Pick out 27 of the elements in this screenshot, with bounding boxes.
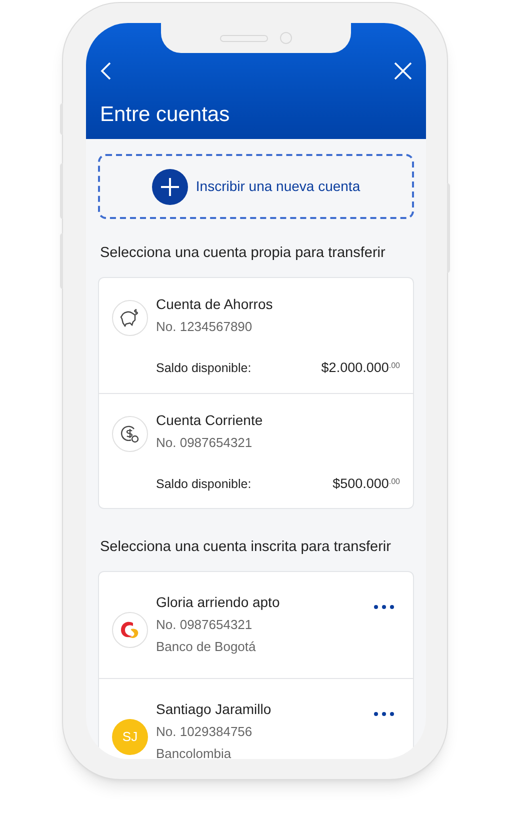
- initials-avatar: SJ: [112, 718, 148, 754]
- add-account-button[interactable]: Inscribir una nueva cuenta: [98, 154, 414, 219]
- piggy-bank-icon: [120, 308, 140, 327]
- bank-name: Banco de Bogotá: [156, 638, 257, 654]
- balance-amount: $2.000.000$^{.00}$: [321, 358, 400, 377]
- close-button[interactable]: [394, 62, 412, 80]
- back-button[interactable]: [100, 61, 112, 81]
- balance-label: Saldo disponible:: [156, 476, 252, 493]
- coin-icon: [120, 424, 140, 444]
- balance-label: Saldo disponible:: [156, 360, 252, 377]
- section-heading: Selecciona una cuenta propia para transferir: [100, 244, 386, 263]
- account-number: No. 1234567890: [156, 318, 254, 335]
- section-heading: Selecciona una cuenta inscrita para transferir: [100, 538, 392, 557]
- camera-lens: [280, 32, 292, 44]
- account-name: Cuenta Corriente: [156, 412, 263, 429]
- account-name: Cuenta de Ahorros: [156, 296, 273, 313]
- plus-icon: [152, 168, 188, 204]
- balance-amount: $500.000$^{.00}$: [332, 474, 400, 493]
- payee-name: Gloria arriendo apto: [156, 594, 281, 610]
- screen-title: Entre cuentas: [100, 102, 231, 128]
- account-number: No. 1029384756: [156, 724, 254, 740]
- bank-name: Bancolombia: [156, 746, 232, 759]
- account-number: No. 0987654321: [156, 434, 254, 451]
- payee-name: Santiago Jaramillo: [156, 700, 272, 718]
- account-number: No. 0987654321: [156, 616, 254, 632]
- swirl-logo-icon: [119, 620, 141, 640]
- speaker-grille: [220, 34, 268, 42]
